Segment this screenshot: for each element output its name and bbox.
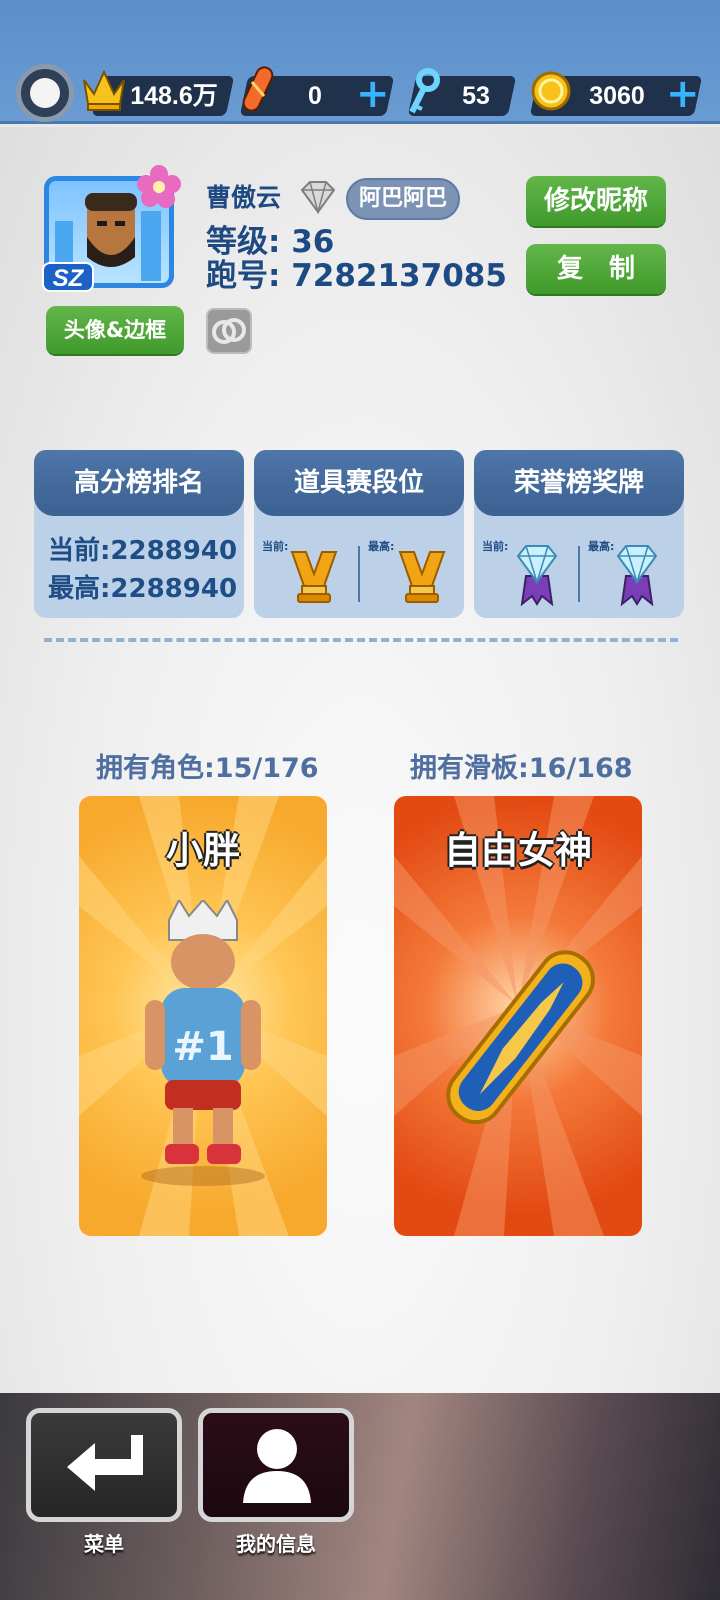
item-race-best-label: 最高:	[368, 540, 395, 553]
owned-characters-count: 拥有角色:15/176	[96, 753, 319, 784]
character-name: 小胖	[166, 829, 240, 872]
highscore-current: 当前:2288940	[48, 536, 238, 566]
player-name: 曹傲云	[206, 183, 282, 212]
character-figure-icon: #1	[141, 900, 265, 1186]
menu-label: 菜单	[84, 1532, 124, 1556]
rename-button[interactable]: 修改昵称	[526, 176, 666, 226]
current-trophy-icon	[290, 551, 338, 603]
settings-gear-icon[interactable]	[16, 64, 74, 122]
highscore-rank-title: 高分榜排名	[34, 450, 244, 516]
menu-button[interactable]	[26, 1408, 182, 1522]
liberty-board-icon	[446, 950, 595, 1125]
honor-current-label: 当前:	[482, 540, 509, 553]
item-race-rank-title: 道具赛段位	[254, 450, 464, 516]
my-info-label: 我的信息	[236, 1532, 316, 1556]
highscore-best: 最高:2288940	[48, 574, 238, 604]
highscore-rank-card[interactable]: 高分榜排名 当前:2288940 最高:2288940	[34, 450, 244, 618]
player-id-value: 7282137085	[291, 258, 507, 294]
board-card[interactable]: 自由女神	[394, 796, 642, 1236]
avatar-frame-button[interactable]: 头像&边框	[46, 306, 184, 354]
flower-icon	[137, 165, 181, 208]
crown-count: 148.6万	[130, 82, 218, 110]
honor-medal-title: 荣誉榜奖牌	[474, 450, 684, 516]
add-boards-plus-icon[interactable]: +	[356, 74, 390, 114]
current-diamond-medal-icon	[516, 545, 558, 606]
achievement-coins-icon[interactable]	[206, 308, 252, 354]
owned-boards-count: 拥有滑板:16/168	[410, 753, 633, 784]
board-name: 自由女神	[444, 829, 592, 872]
coin-count: 3060	[589, 82, 645, 110]
best-trophy-icon	[398, 551, 446, 603]
hoverboard-icon	[242, 66, 274, 112]
key-icon	[409, 68, 440, 114]
player-tag: 阿巴阿巴	[346, 178, 460, 220]
diamond-rank-icon	[300, 181, 336, 214]
section-divider	[44, 638, 678, 642]
key-count: 53	[462, 82, 490, 110]
crown-icon	[83, 69, 125, 111]
item-race-current-label: 当前:	[262, 540, 289, 553]
player-id-line: 跑号: 7282137085	[206, 250, 507, 295]
svg-text:#1: #1	[172, 1024, 233, 1070]
best-diamond-medal-icon	[616, 545, 658, 606]
item-race-rank-card[interactable]: 道具赛段位 当前: 最高:	[254, 450, 464, 618]
add-coins-plus-icon[interactable]: +	[666, 74, 700, 114]
coin-icon	[531, 71, 571, 111]
return-arrow-icon	[67, 1435, 143, 1491]
board-count: 0	[308, 82, 322, 110]
honor-divider	[578, 546, 580, 602]
honor-medal-card[interactable]: 荣誉榜奖牌 当前: 最高:	[474, 450, 684, 618]
honor-best-label: 最高:	[588, 540, 615, 553]
copy-id-button[interactable]: 复 制	[526, 244, 666, 294]
item-race-divider	[358, 546, 360, 602]
character-card[interactable]: 小胖 #1	[79, 796, 327, 1236]
user-profile-icon	[243, 1429, 311, 1503]
player-id-label: 跑号:	[206, 258, 281, 294]
my-info-button[interactable]	[198, 1408, 354, 1522]
avatar-frame-badge: SZ	[42, 262, 94, 292]
